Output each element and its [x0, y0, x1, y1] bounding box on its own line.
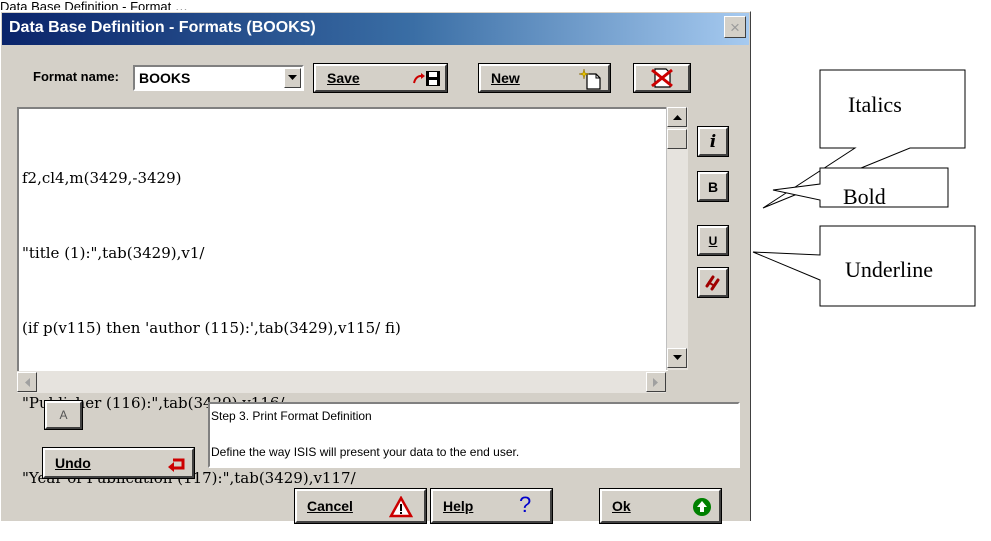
bold-icon: B: [707, 178, 719, 195]
undo-button-label: Undo: [55, 455, 91, 471]
scroll-corner: [666, 371, 688, 393]
save-button-label: Save: [327, 70, 360, 86]
format-editor[interactable]: f2,cl4,m(3429,-3429) "title (1):",tab(34…: [17, 107, 668, 487]
bold-button[interactable]: B: [697, 171, 729, 202]
help-button[interactable]: Help ?: [430, 488, 553, 524]
editor-line: "title (1):",tab(3429),v1/: [22, 244, 205, 262]
chevron-down-icon: [288, 75, 297, 80]
arrow-left-icon: [25, 377, 30, 387]
cancel-button-label: Cancel: [307, 498, 353, 514]
format-name-label: Format name:: [33, 69, 119, 84]
underline-icon: U: [708, 233, 718, 248]
arrow-down-icon: [672, 355, 682, 360]
italics-callout-label: Italics: [848, 92, 902, 117]
scroll-up-button[interactable]: [667, 107, 687, 127]
save-disk-icon: [413, 71, 440, 86]
editor-line: f2,cl4,m(3429,-3429): [22, 169, 182, 187]
bold-callout-clip: Bold: [840, 171, 940, 207]
ok-button-label: Ok: [612, 498, 631, 514]
new-button[interactable]: New: [478, 63, 611, 93]
step-description-panel: Step 3. Print Format Definition Define t…: [208, 402, 740, 468]
question-mark-icon: ?: [519, 492, 532, 517]
ok-button[interactable]: Ok: [599, 488, 722, 524]
editor-line: (if p(v115) then 'author (115):',tab(342…: [22, 319, 401, 337]
underline-button[interactable]: U: [697, 225, 729, 256]
vertical-scroll-thumb[interactable]: [667, 129, 687, 149]
vertical-scrollbar[interactable]: [666, 107, 688, 370]
delete-document-icon: [651, 68, 673, 88]
delete-format-button[interactable]: [633, 63, 691, 93]
italic-icon: i: [709, 131, 717, 152]
new-document-icon: [579, 68, 601, 90]
undo-arrow-icon: [168, 458, 185, 472]
chain-link-icon: [705, 275, 720, 290]
new-button-label: New: [491, 70, 520, 86]
step-title: Step 3. Print Format Definition: [211, 409, 372, 423]
scroll-right-button[interactable]: [646, 372, 666, 392]
arrow-right-icon: [653, 377, 658, 387]
warning-icon: [389, 496, 413, 518]
font-button[interactable]: A: [44, 400, 83, 430]
undo-button[interactable]: Undo: [42, 447, 195, 479]
window-title: Data Base Definition - Formats (BOOKS): [9, 19, 316, 36]
ok-arrow-up-icon: [693, 498, 711, 516]
partial-caption-text: Data Base Definition - Format …: [0, 0, 188, 10]
italic-button[interactable]: i: [697, 126, 729, 157]
close-icon: ×: [730, 17, 740, 37]
font-icon: A: [59, 408, 68, 422]
close-button[interactable]: ×: [724, 16, 746, 38]
dropdown-button[interactable]: [284, 68, 301, 88]
arrow-up-icon: [672, 115, 682, 120]
help-button-label: Help: [443, 498, 474, 514]
scroll-left-button[interactable]: [17, 372, 37, 392]
horizontal-scrollbar[interactable]: [17, 371, 668, 393]
step-description: Define the way ISIS will present your da…: [211, 445, 520, 459]
format-name-value: BOOKS: [139, 70, 191, 86]
bold-callout-label: Bold: [843, 184, 886, 207]
cancel-button[interactable]: Cancel: [294, 488, 427, 524]
format-name-select[interactable]: BOOKS: [133, 65, 304, 91]
scroll-down-button[interactable]: [667, 348, 687, 368]
link-button[interactable]: [697, 267, 729, 298]
underline-callout-label: Underline: [845, 257, 933, 282]
save-button[interactable]: Save: [313, 63, 448, 93]
